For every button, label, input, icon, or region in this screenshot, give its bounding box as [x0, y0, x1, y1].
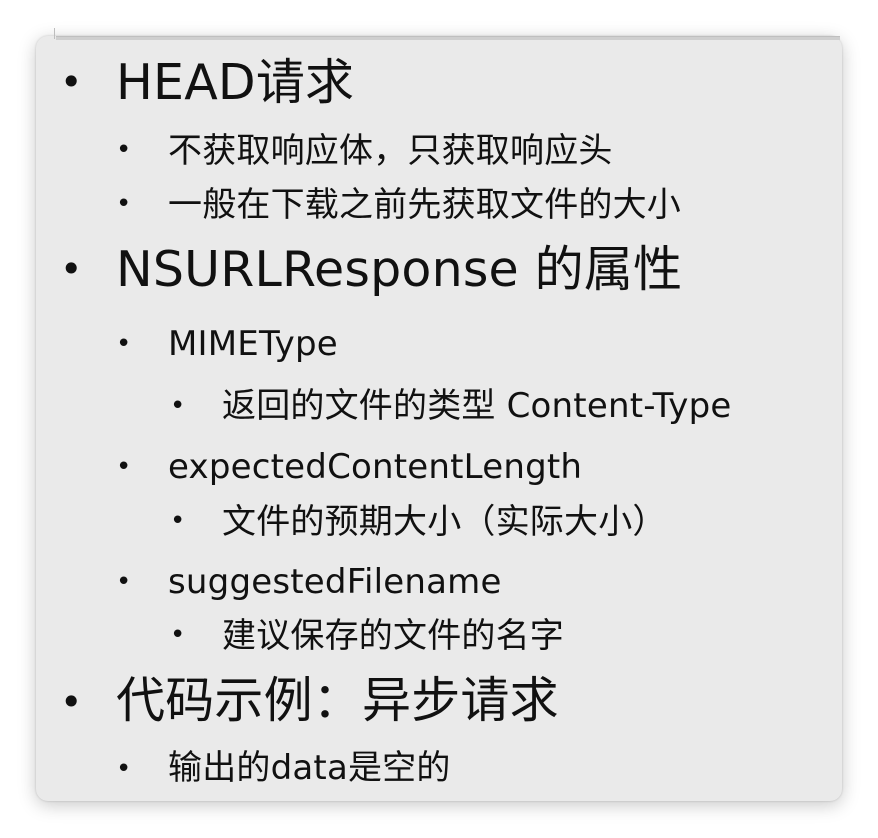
- list-item: 返回的文件的类型 Content-Type: [222, 386, 732, 426]
- list-item: 输出的data是空的: [168, 748, 451, 788]
- list-item: MIMEType: [168, 324, 338, 364]
- top-border-tick: [54, 28, 55, 39]
- heading-code-example: 代码示例：异步请求: [116, 672, 559, 729]
- bullet-icon: •: [116, 452, 132, 482]
- list-item: 不获取响应体，只获取响应头: [168, 131, 613, 171]
- bullet-icon: •: [116, 754, 132, 784]
- list-item: 文件的预期大小（实际大小）: [222, 502, 667, 542]
- top-border-line: [56, 36, 840, 40]
- heading-head-request: HEAD请求: [116, 54, 355, 111]
- bullet-icon: •: [116, 567, 132, 597]
- bullet-icon: •: [116, 329, 132, 359]
- bullet-icon: •: [60, 680, 83, 724]
- bullet-icon: •: [170, 620, 186, 650]
- list-item: suggestedFilename: [168, 562, 502, 602]
- bullet-icon: •: [60, 247, 83, 291]
- list-item: expectedContentLength: [168, 447, 583, 487]
- heading-nsurlresponse: NSURLResponse 的属性: [116, 241, 683, 298]
- bullet-icon: •: [116, 135, 132, 165]
- bullet-icon: •: [116, 189, 132, 219]
- bullet-icon: •: [170, 391, 186, 421]
- page: • HEAD请求 • 不获取响应体，只获取响应头 • 一般在下载之前先获取文件的…: [0, 0, 878, 838]
- list-item: 建议保存的文件的名字: [222, 616, 564, 656]
- bullet-icon: •: [60, 60, 83, 104]
- list-item: 一般在下载之前先获取文件的大小: [168, 185, 681, 225]
- bullet-icon: •: [170, 506, 186, 536]
